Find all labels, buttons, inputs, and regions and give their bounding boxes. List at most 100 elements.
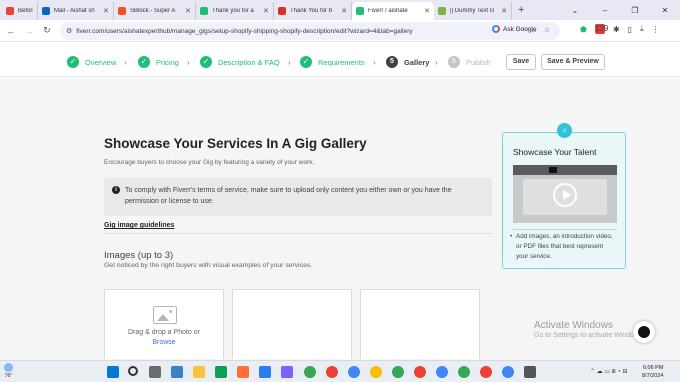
- site-info-icon[interactable]: ⚙: [66, 27, 72, 35]
- chrome-icon[interactable]: [414, 366, 426, 378]
- app-icon[interactable]: [215, 366, 227, 378]
- chevron-right-icon: ›: [288, 58, 291, 67]
- minimize-button[interactable]: –: [590, 6, 620, 15]
- tab-active[interactable]: Fiverr / aishate ✕: [352, 2, 434, 20]
- image-upload-slot-2[interactable]: [232, 289, 352, 359]
- menu-icon[interactable]: ⋮: [652, 25, 660, 34]
- close-icon[interactable]: ✕: [185, 7, 191, 15]
- close-icon[interactable]: ✕: [501, 7, 507, 15]
- extension-badge-icon[interactable]: 139: [594, 24, 608, 34]
- tab-search-icon[interactable]: ⌄: [560, 6, 590, 15]
- lightbulb-icon: ♀: [557, 123, 572, 138]
- forward-icon[interactable]: →: [22, 26, 36, 36]
- chrome-icon[interactable]: [304, 366, 316, 378]
- search-icon[interactable]: [128, 366, 138, 376]
- step-gallery[interactable]: 5 Gallery: [386, 56, 429, 68]
- close-icon[interactable]: ✕: [103, 7, 109, 15]
- shield-extension-icon[interactable]: ⬟: [580, 25, 587, 34]
- chrome-icon[interactable]: [326, 366, 338, 378]
- sidebar-icon[interactable]: ▯: [628, 25, 632, 34]
- step-description-faq[interactable]: ✓ Description & FAQ: [200, 56, 280, 68]
- extensions-puzzle-icon[interactable]: ✱: [613, 25, 620, 34]
- browse-link[interactable]: Browse: [105, 339, 223, 346]
- activate-windows-subtitle: Go to Settings to activate Windows.: [534, 332, 645, 339]
- widgets-icon[interactable]: [171, 366, 183, 378]
- back-icon[interactable]: ←: [4, 26, 18, 36]
- page-subtitle: Encourage buyers to choose your Gig by f…: [104, 159, 315, 166]
- favicon-icon: [438, 7, 446, 15]
- checkmark-icon: ✓: [138, 56, 150, 68]
- tab-4[interactable]: Thank You for b ✕: [274, 2, 352, 20]
- checkmark-icon: ✓: [200, 56, 212, 68]
- images-section-title: Images (up to 3): [104, 250, 174, 261]
- file-explorer-icon[interactable]: [193, 366, 205, 378]
- images-section-subtitle: Get noticed by the right buyers with vis…: [104, 262, 313, 269]
- app-icon[interactable]: [259, 366, 271, 378]
- tab-1[interactable]: Mail - Aishat sh ✕: [38, 2, 114, 20]
- tab-label: Mail - Aishat sh: [54, 8, 95, 14]
- cast-icon[interactable]: ▭: [530, 26, 537, 34]
- save-preview-button[interactable]: Save & Preview: [541, 54, 605, 70]
- close-icon[interactable]: ✕: [263, 7, 269, 15]
- chevron-right-icon: ›: [373, 58, 376, 67]
- google-lens-icon: [492, 25, 500, 33]
- bookmark-star-icon[interactable]: ☆: [544, 26, 550, 34]
- step-publish[interactable]: 6 Publish: [448, 56, 491, 68]
- chrome-icon[interactable]: [370, 366, 382, 378]
- url-text[interactable]: fiverr.com/users/aishatexperthub/manage_…: [76, 28, 412, 35]
- close-window-button[interactable]: ✕: [650, 6, 680, 15]
- checkmark-icon: ✓: [67, 56, 79, 68]
- info-icon: i: [112, 186, 120, 194]
- chrome-icon[interactable]: [458, 366, 470, 378]
- chevron-right-icon: ›: [124, 58, 127, 67]
- step-label: Gallery: [404, 57, 430, 67]
- step-overview[interactable]: ✓ Overview: [67, 56, 116, 68]
- save-button[interactable]: Save: [506, 54, 536, 70]
- close-icon[interactable]: ✕: [341, 7, 347, 15]
- firefox-icon[interactable]: [237, 366, 249, 378]
- step-label: Requirements: [318, 57, 365, 67]
- chrome-icon[interactable]: [480, 366, 492, 378]
- url-bar[interactable]: ⚙ fiverr.com/users/aishatexperthub/manag…: [60, 22, 560, 40]
- chevron-right-icon: ›: [187, 58, 190, 67]
- tip-bullet-text: Add images, an introduction video, or PD…: [510, 232, 616, 262]
- chrome-icon[interactable]: [348, 366, 360, 378]
- step-pricing[interactable]: ✓ Pricing: [138, 56, 179, 68]
- activate-windows-title: Activate Windows: [534, 320, 613, 331]
- tab-0[interactable]: Before you conti: [2, 2, 38, 20]
- reload-icon[interactable]: ↻: [40, 25, 54, 36]
- step-label: Publish: [466, 57, 491, 67]
- image-upload-slot-1[interactable]: Drag & drop a Photo or Browse: [104, 289, 224, 359]
- restore-button[interactable]: ❐: [620, 6, 650, 15]
- window-controls: ⌄ – ❐ ✕: [560, 0, 680, 20]
- tab-6[interactable]: || Dummy Text G ✕: [434, 2, 512, 20]
- clock-date: 8/7/2024: [642, 373, 664, 379]
- video-header-strip: [513, 165, 617, 175]
- app-icon[interactable]: [524, 366, 536, 378]
- chrome-icon[interactable]: [502, 366, 514, 378]
- play-icon[interactable]: [553, 183, 577, 207]
- download-icon[interactable]: ⤓: [640, 24, 644, 34]
- tab-3[interactable]: Thank you for a ✕: [196, 2, 274, 20]
- image-upload-slot-3[interactable]: [360, 289, 480, 359]
- step-number: 6: [448, 56, 460, 68]
- weather-widget[interactable]: 76°: [4, 363, 13, 379]
- accessibility-chat-button[interactable]: [633, 321, 655, 343]
- task-view-icon[interactable]: [149, 366, 161, 378]
- step-requirements[interactable]: ✓ Requirements: [300, 56, 365, 68]
- system-tray-icons[interactable]: ⌃ ☁ ▭ ⧈ ◔ ⊟: [590, 368, 628, 376]
- copyright-notice: i To comply with Fiverr's terms of servi…: [104, 178, 492, 216]
- tab-2[interactable]: SBlock - Super A ✕: [114, 2, 196, 20]
- chrome-icon[interactable]: [392, 366, 404, 378]
- taskbar-clock[interactable]: 6:06 PM 8/7/2024: [642, 364, 663, 380]
- gig-image-guidelines-link[interactable]: Gig image guidelines: [104, 222, 174, 229]
- teams-icon[interactable]: [281, 366, 293, 378]
- new-tab-button[interactable]: +: [518, 4, 524, 16]
- gig-wizard-nav: ✓ Overview › ✓ Pricing › ✓ Description & FA…: [0, 49, 680, 77]
- chrome-icon[interactable]: [436, 366, 448, 378]
- tip-video-thumbnail[interactable]: [513, 165, 617, 223]
- favicon-icon: [200, 7, 208, 15]
- windows-start-icon[interactable]: [107, 366, 119, 378]
- close-icon[interactable]: ✕: [424, 7, 430, 15]
- step-number: 5: [386, 56, 398, 68]
